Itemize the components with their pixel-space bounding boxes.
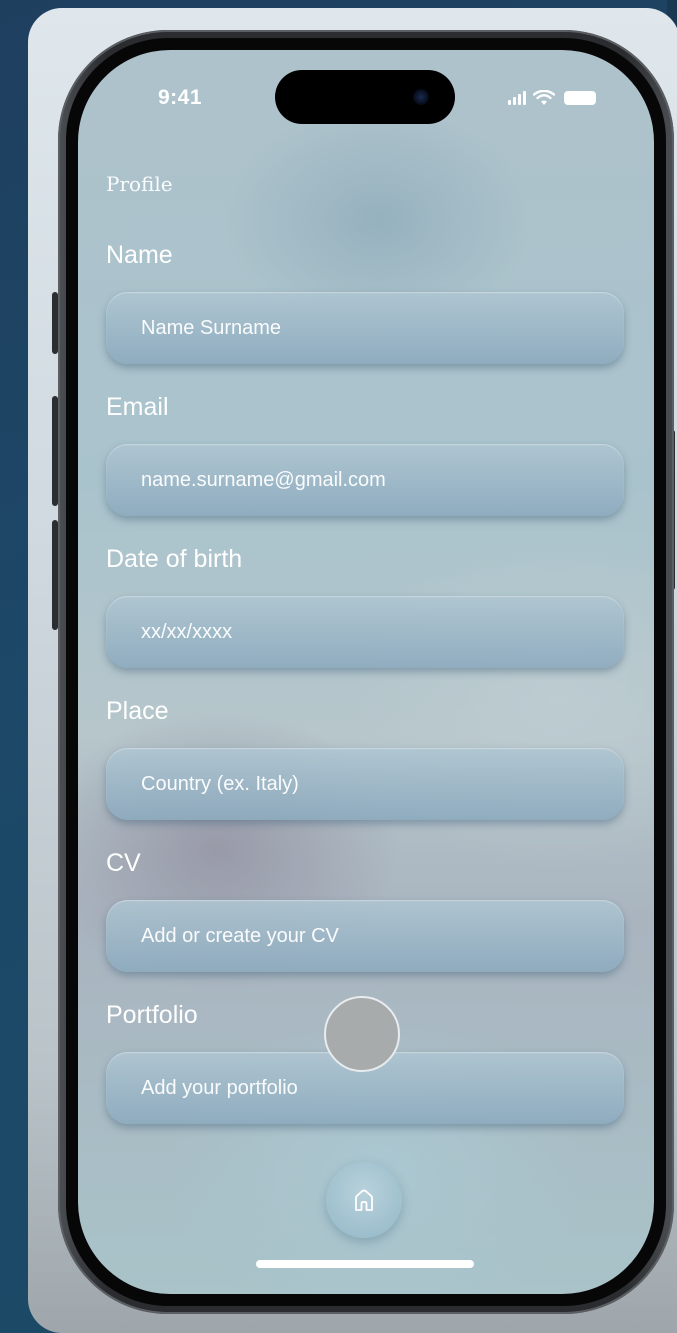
date-of-birth-placeholder: xx/xx/xxxx — [141, 620, 233, 643]
email-label: Email — [106, 393, 169, 421]
home-icon — [355, 1189, 373, 1211]
status-time: 9:41 — [158, 86, 203, 109]
page-title: Profile — [106, 172, 173, 196]
name-placeholder: Name Surname — [141, 316, 282, 339]
portfolio-placeholder: Add your portfolio — [141, 1076, 298, 1099]
touch-indicator — [324, 996, 400, 1072]
cv-input[interactable]: Add or create your CV — [106, 900, 624, 972]
date-of-birth-input[interactable]: xx/xx/xxxx — [106, 596, 624, 668]
wifi-icon — [533, 90, 555, 105]
signal-icon — [508, 91, 526, 105]
battery-icon — [564, 91, 596, 105]
place-label: Place — [106, 697, 169, 725]
camera-icon — [413, 89, 429, 105]
cv-placeholder: Add or create your CV — [141, 924, 339, 947]
date-of-birth-label: Date of birth — [106, 545, 243, 573]
portfolio-label: Portfolio — [106, 1001, 198, 1029]
place-input[interactable]: Country (ex. Italy) — [106, 748, 624, 820]
name-input[interactable]: Name Surname — [106, 292, 624, 364]
home-button[interactable] — [326, 1162, 402, 1238]
home-indicator[interactable] — [256, 1260, 474, 1268]
name-label: Name — [106, 241, 173, 269]
email-placeholder: name.surname@gmail.com — [141, 468, 386, 491]
place-placeholder: Country (ex. Italy) — [141, 772, 299, 795]
phone-screen: 9:41 Profile Name Name Surname Email nam… — [78, 50, 654, 1294]
cv-label: CV — [106, 849, 141, 877]
status-icons — [508, 88, 596, 108]
email-input[interactable]: name.surname@gmail.com — [106, 444, 624, 516]
dynamic-island — [275, 70, 455, 124]
